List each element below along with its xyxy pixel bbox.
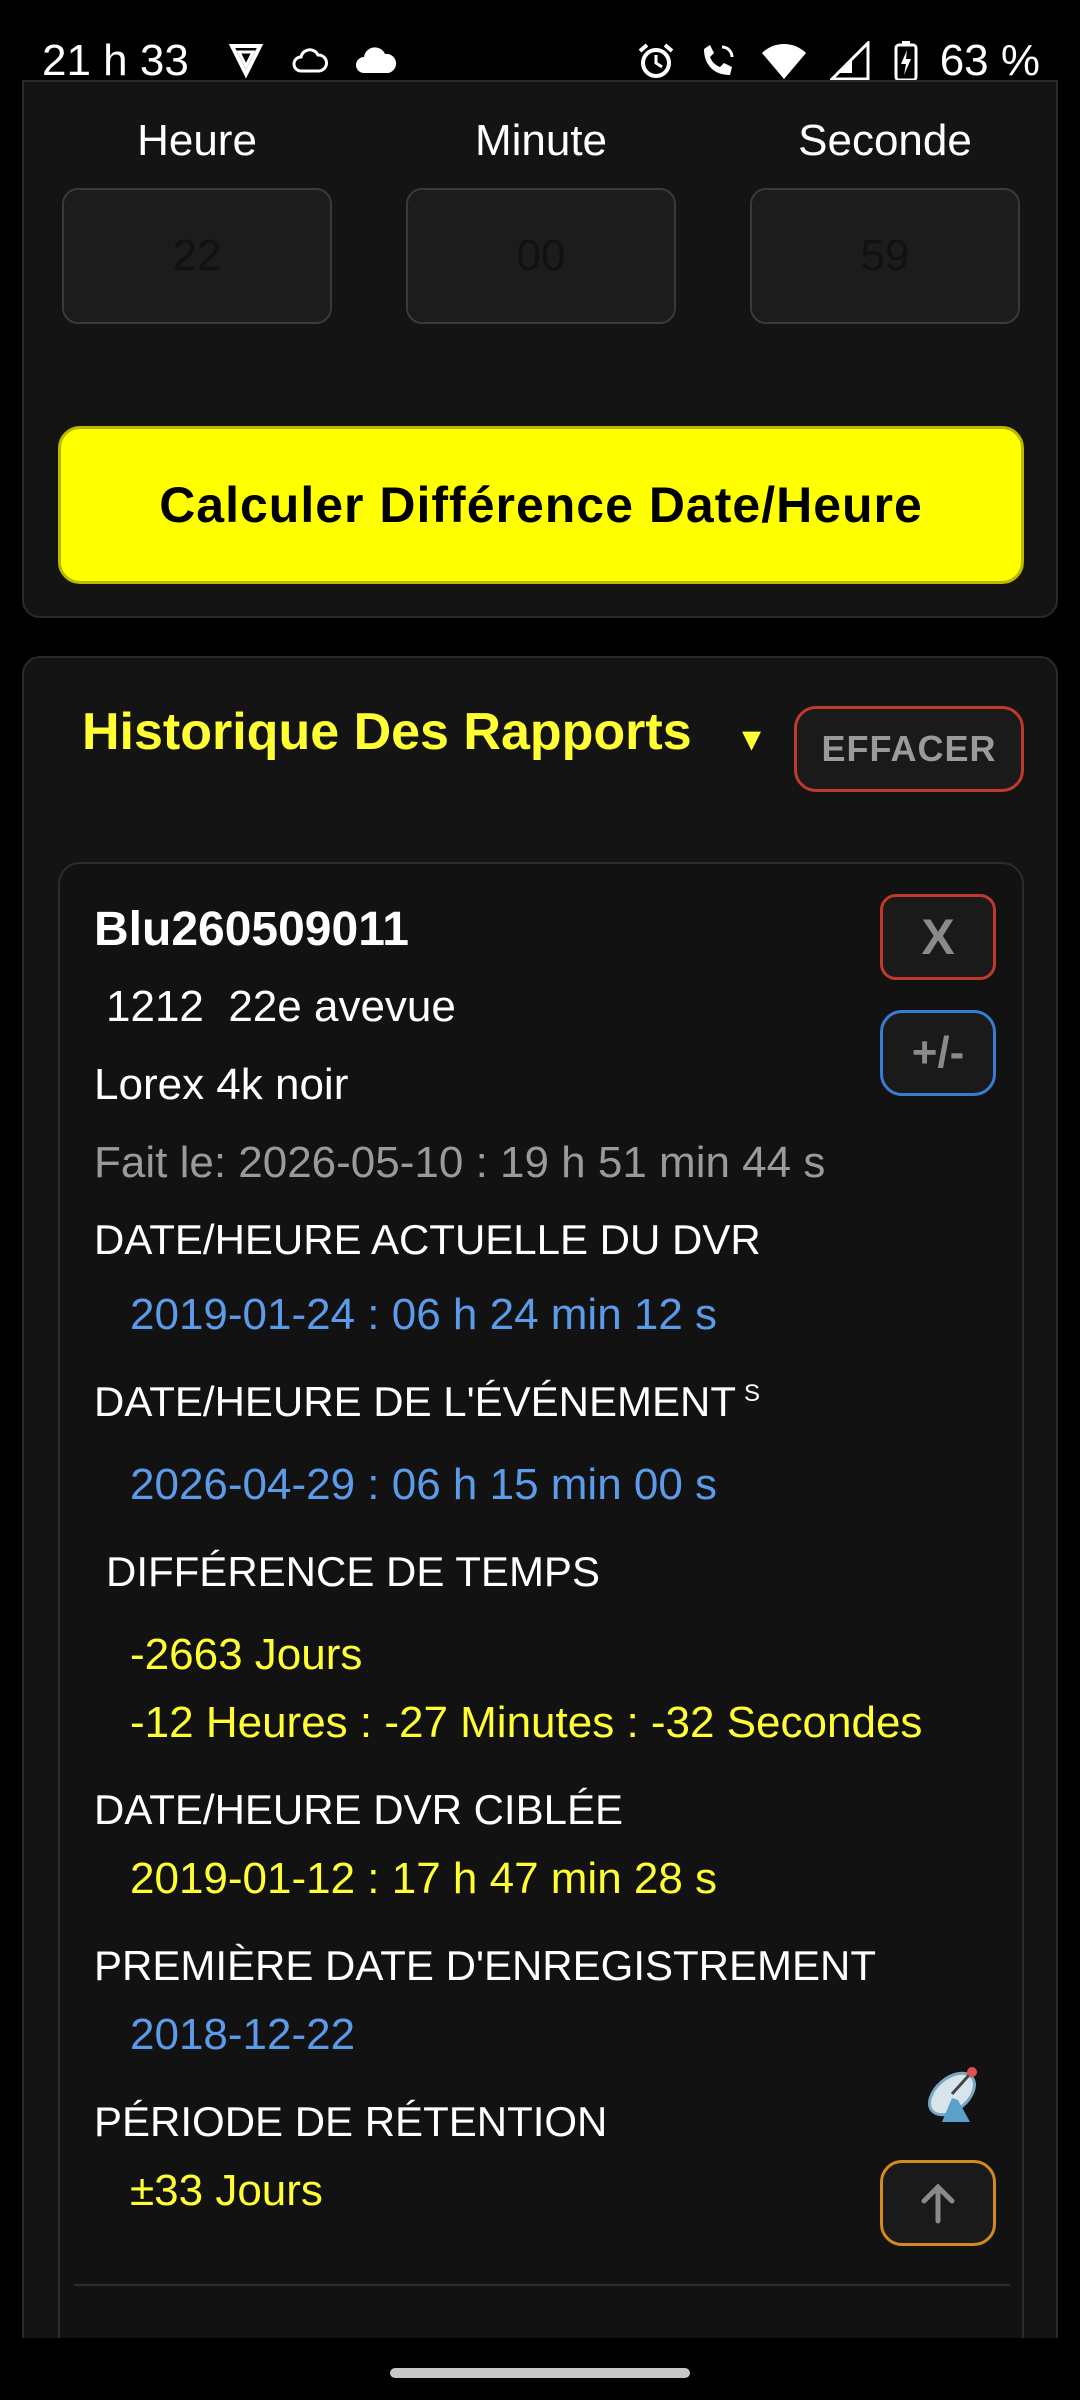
history-panel: Historique Des Rapports ▾ EFFACER Blu260… (22, 656, 1058, 2400)
second-column: Seconde 59 (750, 116, 1020, 324)
navigation-bar (0, 2338, 1080, 2400)
minute-column: Minute 00 (406, 116, 676, 324)
status-icons-right: 63 % (636, 36, 1040, 86)
event-label: DATE/HEURE DE L'ÉVÉNEMENT S (94, 1378, 760, 1426)
first-record-label: PREMIÈRE DATE D'ENREGISTREMENT (94, 1942, 876, 1989)
status-icons-left (226, 40, 398, 80)
minute-input[interactable]: 00 (406, 188, 676, 324)
battery-percent: 63 % (939, 36, 1040, 85)
target-dvr-label: DATE/HEURE DVR CIBLÉE (94, 1786, 623, 1833)
report-device: Lorex 4k noir (94, 1060, 349, 1109)
history-caret-icon[interactable]: ▾ (742, 716, 761, 761)
report-address: 1212 22e avevue (106, 982, 456, 1031)
report-card: Blu260509011 1212 22e avevue Lorex 4k no… (58, 862, 1024, 2400)
calculate-difference-button[interactable]: Calculer Différence Date/Heure (58, 426, 1024, 584)
cloud-outline-icon (292, 48, 328, 73)
signal-icon (829, 41, 870, 81)
report-divider (74, 2284, 1010, 2286)
report-id: Blu260509011 (94, 903, 409, 956)
retention-value: ±33 Jours (130, 2166, 323, 2215)
report-done-on: Fait le: 2026-05-10 : 19 h 51 min 44 s (94, 1138, 826, 1187)
status-time: 21 h 33 (42, 36, 189, 85)
hour-label: Heure (137, 116, 257, 165)
scroll-top-button[interactable] (880, 2160, 996, 2246)
target-dvr-value: 2019-01-12 : 17 h 47 min 28 s (130, 1854, 718, 1903)
wifi-calling-icon (703, 45, 734, 75)
dvr-current-label: DATE/HEURE ACTUELLE DU DVR (94, 1216, 761, 1263)
wifi-icon (761, 44, 806, 79)
event-label-text: DATE/HEURE DE L'ÉVÉNEMENT (94, 1378, 737, 1425)
home-gesture-handle[interactable] (390, 2368, 690, 2378)
time-difference-days: -2663 Jours (130, 1630, 363, 1679)
clear-history-button[interactable]: EFFACER (794, 706, 1024, 792)
history-title[interactable]: Historique Des Rapports (82, 702, 692, 762)
second-input[interactable]: 59 (750, 188, 1020, 324)
time-difference-hms: -12 Heures : -27 Minutes : -32 Secondes (130, 1698, 923, 1747)
cloud-icon (356, 47, 397, 73)
datetime-form-panel: Heure 22 Minute 00 Seconde 59 Calculer D… (22, 80, 1058, 618)
event-label-sup: S (744, 1380, 761, 1407)
time-difference-label: DIFFÉRENCE DE TEMPS (106, 1548, 600, 1595)
arrow-up-icon (921, 2183, 955, 2224)
hour-column: Heure 22 (62, 116, 332, 324)
retention-label: PÉRIODE DE RÉTENTION (94, 2098, 608, 2145)
first-record-value: 2018-12-22 (130, 2010, 356, 2059)
minute-label: Minute (474, 116, 608, 165)
event-value: 2026-04-29 : 06 h 15 min 00 s (130, 1460, 718, 1509)
second-label: Seconde (798, 116, 972, 165)
adjust-report-button[interactable]: +/- (880, 1010, 996, 1096)
dvr-current-value: 2019-01-24 : 06 h 24 min 12 s (130, 1290, 718, 1339)
battery-charging-icon (894, 41, 918, 82)
delete-report-button[interactable]: X (880, 894, 996, 980)
vpn-shield-icon (228, 44, 264, 79)
hour-input[interactable]: 22 (62, 188, 332, 324)
satellite-dish-icon[interactable] (918, 2058, 992, 2132)
alarm-icon (638, 43, 674, 78)
